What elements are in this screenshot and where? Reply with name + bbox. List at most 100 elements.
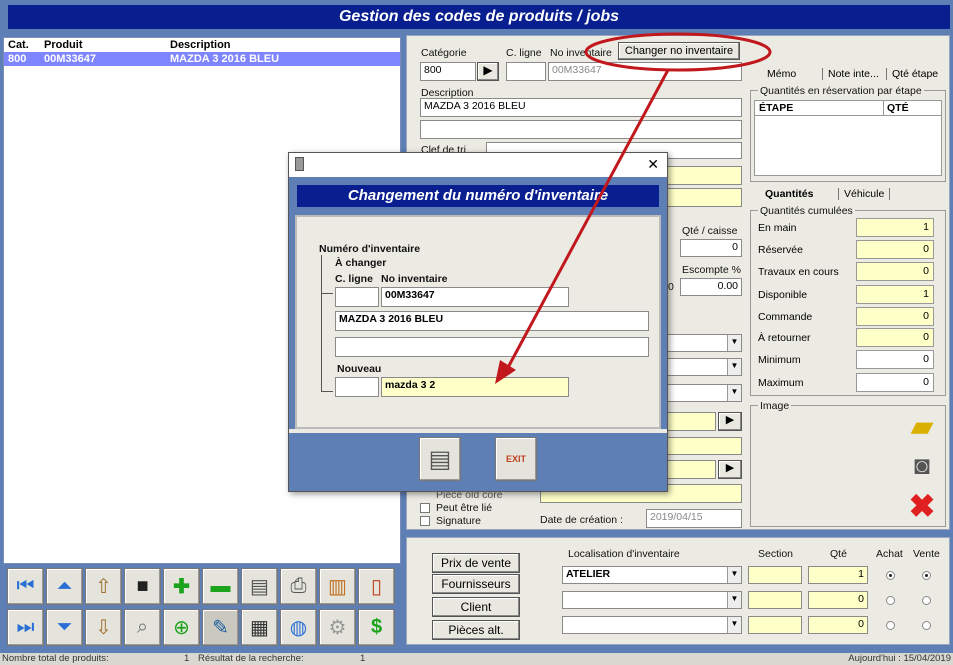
lookup-field-2[interactable] xyxy=(660,460,716,479)
previous-record-icon[interactable]: ⏶ xyxy=(46,568,83,605)
qte-1-input[interactable]: 1 xyxy=(808,566,868,584)
pieces-alt-button[interactable]: Pièces alt. xyxy=(432,620,520,640)
col-description[interactable]: Description xyxy=(170,39,231,51)
description-2-input[interactable] xyxy=(420,120,742,139)
c-ligne-input[interactable] xyxy=(506,62,546,81)
tab-qte-etape[interactable]: Qté étape xyxy=(886,68,943,80)
vente-2-radio[interactable] xyxy=(922,596,931,605)
nouveau-label: Nouveau xyxy=(337,363,382,375)
tab-vehicule[interactable]: Véhicule xyxy=(838,188,891,200)
list-header: Cat. Produit Description xyxy=(4,38,400,52)
categorie-input[interactable]: 800 xyxy=(420,62,476,81)
qty-label-disponible: Disponible xyxy=(758,289,808,301)
tab-memo[interactable]: Mémo xyxy=(762,68,801,80)
window-title: Gestion des codes de produits / jobs xyxy=(8,5,950,29)
camera-icon[interactable]: ◙ xyxy=(904,450,940,482)
fournisseurs-button[interactable]: Fournisseurs xyxy=(432,574,520,594)
globe-icon[interactable]: ◍ xyxy=(280,609,317,646)
table-row[interactable]: 800 00M33647 MAZDA 3 2016 BLEU xyxy=(4,52,400,66)
description-input[interactable]: MAZDA 3 2016 BLEU xyxy=(420,98,742,117)
document-icon[interactable]: ▦ xyxy=(241,609,278,646)
achat-1-radio[interactable] xyxy=(886,571,895,580)
vente-3-radio[interactable] xyxy=(922,621,931,630)
date-creation-label: Date de création : xyxy=(540,514,623,526)
row-produit: 00M33647 xyxy=(44,53,96,65)
first-record-icon[interactable]: ⏮ xyxy=(7,568,44,605)
tab-quantites[interactable]: Quantités xyxy=(760,188,818,200)
section-1-input[interactable] xyxy=(748,566,802,584)
no-inventaire-input[interactable]: 00M33647 xyxy=(548,62,742,81)
escompte-input[interactable]: 0.00 xyxy=(680,278,742,296)
save-icon[interactable]: ▤ xyxy=(419,437,461,481)
col-localisation: Localisation d'inventaire xyxy=(568,548,680,560)
qty-value-minimum[interactable]: 0 xyxy=(856,350,934,369)
prix-de-vente-button[interactable]: Prix de vente xyxy=(432,553,520,573)
tab-note-interne[interactable]: Note inte... xyxy=(822,68,884,80)
add-icon[interactable]: ✚ xyxy=(163,568,200,605)
yellow-field-2[interactable] xyxy=(660,188,742,207)
remove-icon[interactable]: ▬ xyxy=(202,568,239,605)
qty-value-commande: 0 xyxy=(856,307,934,326)
vente-1-radio[interactable] xyxy=(922,571,931,580)
yellow-field-3[interactable] xyxy=(660,437,742,455)
qty-value-en-main: 1 xyxy=(856,218,934,237)
barcode-icon[interactable]: ▥ xyxy=(319,568,356,605)
qty-label-a-retourner: À retourner xyxy=(758,332,811,344)
printer-icon[interactable]: ⎙ xyxy=(280,568,317,605)
edit-icon[interactable]: ✎ xyxy=(202,609,239,646)
peut-etre-lie-checkbox[interactable] xyxy=(420,503,430,513)
old-description-input[interactable]: MAZDA 3 2016 BLEU xyxy=(335,311,649,331)
tools-icon[interactable]: ⚙ xyxy=(319,609,356,646)
up-arrow-icon[interactable]: ⇧ xyxy=(85,568,122,605)
localisation-2-select[interactable]: ▼ xyxy=(562,591,742,609)
delete-image-icon[interactable]: ✖ xyxy=(904,490,940,524)
old-no-inventaire-input[interactable]: 00M33647 xyxy=(381,287,569,307)
lookup-1-icon[interactable]: ▶ xyxy=(718,412,742,431)
qte-2-input[interactable]: 0 xyxy=(808,591,868,609)
col-cat[interactable]: Cat. xyxy=(8,39,29,51)
old-c-ligne-input[interactable] xyxy=(335,287,379,307)
close-icon[interactable]: ✕ xyxy=(647,156,659,173)
dialog-title: Changement du numéro d'inventaire xyxy=(297,185,659,207)
old-description-2-input[interactable] xyxy=(335,337,649,357)
exit-door-icon[interactable]: ▯ xyxy=(358,568,395,605)
col-produit[interactable]: Produit xyxy=(44,39,83,51)
changer-no-inventaire-button[interactable]: Changer no inventaire xyxy=(618,42,740,60)
save-icon[interactable]: ▤ xyxy=(241,568,278,605)
new-c-ligne-input[interactable] xyxy=(335,377,379,397)
localisation-1-select[interactable]: ATELIER ▼ xyxy=(562,566,742,584)
briefcase-icon[interactable]: ■ xyxy=(124,568,161,605)
date-creation-input[interactable]: 2019/04/15 xyxy=(646,509,742,528)
categorie-lookup-icon[interactable]: ▶ xyxy=(477,62,499,81)
down-arrow-icon[interactable]: ⇩ xyxy=(85,609,122,646)
section-2-input[interactable] xyxy=(748,591,802,609)
exit-icon[interactable]: EXIT xyxy=(495,437,537,481)
zoom-icon[interactable]: ⊕ xyxy=(163,609,200,646)
next-record-icon[interactable]: ⏷ xyxy=(46,609,83,646)
qte-caisse-input[interactable]: 0 xyxy=(680,239,742,257)
yellow-field-1[interactable] xyxy=(660,166,742,185)
dropdown-3[interactable]: ▼ xyxy=(660,384,742,402)
lookup-field-1[interactable] xyxy=(660,412,716,431)
dollar-icon[interactable]: $ xyxy=(358,609,395,646)
qty-value-maximum[interactable]: 0 xyxy=(856,373,934,392)
lookup-2-icon[interactable]: ▶ xyxy=(718,460,742,479)
dialog-actions: ▤ EXIT xyxy=(289,433,667,491)
achat-2-radio[interactable] xyxy=(886,596,895,605)
folder-icon[interactable]: ▰ xyxy=(904,412,940,444)
achat-3-radio[interactable] xyxy=(886,621,895,630)
dropdown-1[interactable]: ▼ xyxy=(660,334,742,352)
qty-label-en-main: En main xyxy=(758,222,797,234)
client-button[interactable]: Client xyxy=(432,597,520,617)
localisation-3-select[interactable]: ▼ xyxy=(562,616,742,634)
dropdown-2[interactable]: ▼ xyxy=(660,358,742,376)
search-icon[interactable]: ⌕ xyxy=(124,609,161,646)
reservation-table[interactable]: ÉTAPE QTÉ xyxy=(754,100,942,176)
col-qte: QTÉ xyxy=(887,102,909,114)
status-total-value: 1 xyxy=(184,653,190,664)
new-no-inventaire-input[interactable]: mazda 3 2 xyxy=(381,377,569,397)
last-record-icon[interactable]: ⏭ xyxy=(7,609,44,646)
signature-checkbox[interactable] xyxy=(420,516,430,526)
section-3-input[interactable] xyxy=(748,616,802,634)
qte-3-input[interactable]: 0 xyxy=(808,616,868,634)
